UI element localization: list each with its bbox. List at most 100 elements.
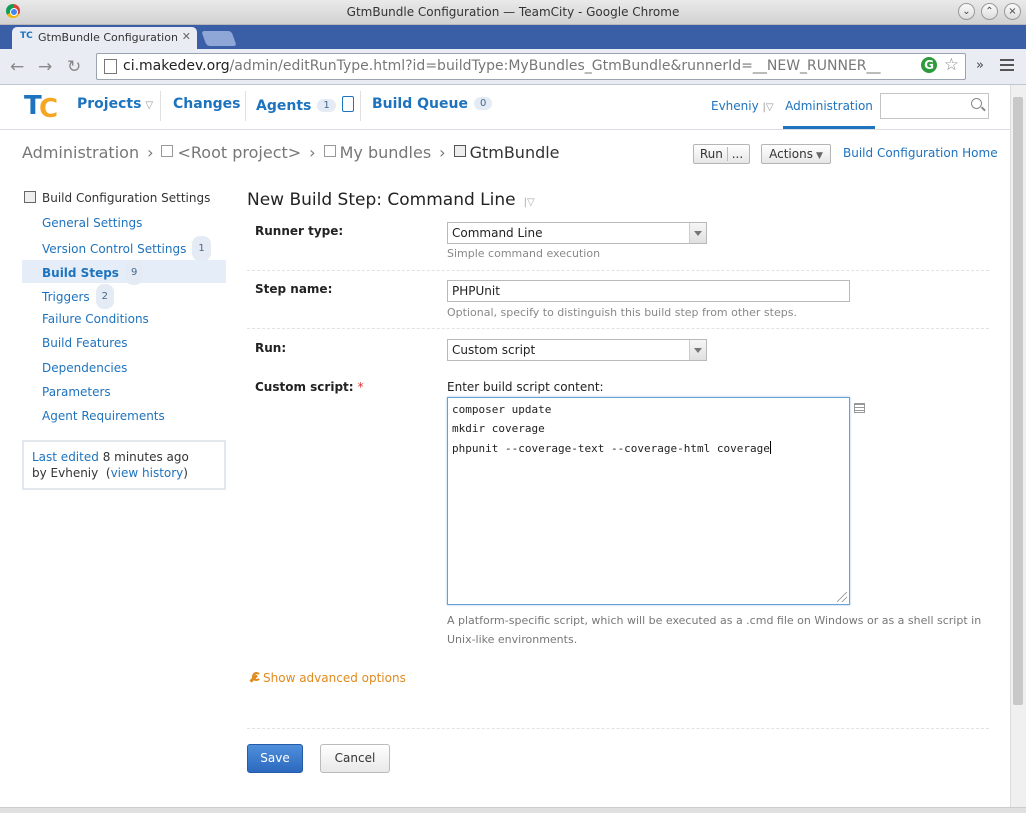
bookmark-star-icon[interactable]: ☆ bbox=[944, 55, 959, 75]
expand-editor-icon[interactable] bbox=[854, 403, 865, 413]
sidebar-title: Build Configuration Settings bbox=[24, 191, 210, 205]
address-bar[interactable]: ci.makedev.org/admin/editRunType.html?id… bbox=[96, 53, 966, 80]
status-bar bbox=[0, 807, 1026, 813]
run-button[interactable]: Run ... bbox=[693, 144, 750, 164]
run-select[interactable]: Custom script bbox=[447, 339, 707, 361]
nav-projects[interactable]: Projects ▽ bbox=[77, 96, 153, 112]
user-menu[interactable]: Evheniy |▽ bbox=[711, 99, 774, 113]
maximize-icon[interactable]: ⌃ bbox=[981, 3, 998, 20]
window-title: GtmBundle Configuration — TeamCity - Goo… bbox=[346, 5, 680, 19]
last-edited-by: by Evheniy bbox=[32, 466, 99, 480]
build-steps-count-badge: 9 bbox=[124, 260, 144, 285]
search-input[interactable] bbox=[880, 93, 989, 119]
cancel-button[interactable]: Cancel bbox=[320, 744, 390, 773]
browser-toolbar: ← → ↻ ci.makedev.org/admin/editRunType.h… bbox=[0, 49, 1026, 85]
step-name-input[interactable]: PHPUnit bbox=[447, 280, 850, 302]
project-icon bbox=[161, 145, 174, 157]
build-config-icon bbox=[453, 145, 466, 157]
script-line: mkdir coverage bbox=[452, 422, 545, 435]
nav-build-queue[interactable]: Build Queue 0 bbox=[372, 96, 493, 112]
tab-strip: TC GtmBundle Configuration ✕ bbox=[0, 25, 1026, 49]
minimize-icon[interactable]: ⌄ bbox=[958, 3, 975, 20]
nav-agents[interactable]: Agents 1 bbox=[256, 96, 354, 114]
save-button[interactable]: Save bbox=[247, 744, 303, 773]
more-extensions-icon[interactable]: » bbox=[976, 58, 984, 73]
browser-tab-title: GtmBundle Configuration bbox=[38, 31, 178, 44]
sidebar-item-general-settings[interactable]: General Settings bbox=[22, 212, 226, 235]
step-name-hint: Optional, specify to distinguish this bu… bbox=[447, 306, 797, 319]
browser-window: GtmBundle Configuration — TeamCity - Goo… bbox=[0, 0, 1026, 813]
new-tab-button[interactable] bbox=[201, 31, 237, 46]
teamcity-logo[interactable]: T C bbox=[24, 91, 60, 124]
custom-script-textarea[interactable]: composer update mkdir coverage phpunit -… bbox=[447, 397, 850, 605]
browser-tab[interactable]: TC GtmBundle Configuration ✕ bbox=[12, 27, 197, 49]
nav-separator bbox=[360, 91, 361, 121]
page-title: New Build Step: Command Line |▽ bbox=[247, 190, 535, 210]
forward-icon[interactable]: → bbox=[38, 57, 52, 77]
nav-administration[interactable]: Administration bbox=[783, 85, 875, 129]
required-mark: * bbox=[357, 380, 364, 394]
sidebar-item-parameters[interactable]: Parameters bbox=[22, 381, 226, 404]
triggers-count-badge: 2 bbox=[95, 284, 115, 309]
sidebar-item-triggers[interactable]: Triggers 2 bbox=[22, 284, 226, 309]
breadcrumb-my-bundles[interactable]: My bundles bbox=[340, 143, 432, 162]
step-name-label: Step name: bbox=[255, 282, 333, 296]
nav-changes[interactable]: Changes bbox=[173, 96, 241, 112]
chevron-down-icon[interactable]: ▽ bbox=[145, 100, 153, 111]
run-label: Run: bbox=[255, 341, 287, 355]
close-tab-icon[interactable]: ✕ bbox=[182, 30, 191, 43]
custom-script-intro: Enter build script content: bbox=[447, 380, 604, 394]
custom-script-description: A platform-specific script, which will b… bbox=[447, 614, 982, 646]
sidebar-item-failure-conditions[interactable]: Failure Conditions bbox=[22, 308, 226, 331]
custom-script-label: Custom script: * bbox=[255, 380, 364, 394]
reload-icon[interactable]: ↻ bbox=[67, 57, 81, 77]
runner-type-hint: Simple command execution bbox=[447, 247, 601, 260]
resize-handle[interactable] bbox=[837, 592, 847, 602]
sidebar-item-build-features[interactable]: Build Features bbox=[22, 332, 226, 355]
show-advanced-options-link[interactable]: Show advanced options bbox=[247, 671, 406, 685]
actions-button[interactable]: Actions ▼ bbox=[761, 144, 831, 164]
project-icon bbox=[323, 145, 336, 157]
form-divider bbox=[247, 328, 989, 330]
search-icon[interactable] bbox=[971, 98, 982, 109]
runner-type-label: Runner type: bbox=[255, 224, 344, 238]
agent-icon bbox=[341, 96, 354, 112]
agents-count-badge: 1 bbox=[317, 99, 336, 112]
sidebar-item-version-control-settings[interactable]: Version Control Settings 1 bbox=[22, 236, 226, 261]
sidebar-item-dependencies[interactable]: Dependencies bbox=[22, 357, 226, 380]
close-window-icon[interactable]: × bbox=[1004, 3, 1021, 20]
page-content: T C Projects ▽ Changes Agents 1 Build Queu… bbox=[0, 85, 1010, 807]
build-configuration-home-link[interactable]: Build Configuration Home bbox=[843, 146, 998, 160]
scrollbar-thumb[interactable] bbox=[1013, 97, 1023, 705]
breadcrumb-gtmbundle[interactable]: GtmBundle bbox=[470, 143, 560, 162]
vcs-count-badge: 1 bbox=[192, 236, 211, 261]
teamcity-header: T C Projects ▽ Changes Agents 1 Build Queu… bbox=[0, 85, 1010, 130]
chevron-down-icon[interactable]: |▽ bbox=[763, 102, 774, 113]
wrench-icon bbox=[247, 672, 261, 683]
sidebar-item-build-steps[interactable]: Build Steps 9 bbox=[22, 260, 226, 285]
last-edited-link[interactable]: Last edited bbox=[32, 450, 99, 464]
nav-separator bbox=[160, 91, 161, 121]
chrome-menu-icon[interactable] bbox=[1000, 59, 1014, 74]
extension-icon[interactable]: G bbox=[921, 57, 937, 73]
chevron-down-icon[interactable] bbox=[689, 340, 706, 360]
chevron-down-icon[interactable]: |▽ bbox=[524, 197, 535, 208]
breadcrumb-root-project[interactable]: <Root project> bbox=[177, 143, 301, 162]
text-caret bbox=[769, 441, 771, 454]
form-divider bbox=[247, 270, 989, 272]
script-line: composer update bbox=[452, 403, 552, 416]
breadcrumb: Administration › <Root project> › My bundles… bbox=[22, 143, 560, 162]
chevron-down-icon: ▼ bbox=[815, 151, 823, 161]
window-titlebar: GtmBundle Configuration — TeamCity - Goo… bbox=[0, 0, 1026, 25]
chevron-down-icon[interactable] bbox=[689, 223, 706, 243]
run-options-button[interactable]: ... bbox=[726, 147, 744, 161]
back-icon[interactable]: ← bbox=[10, 57, 24, 77]
sidebar-item-agent-requirements[interactable]: Agent Requirements bbox=[22, 405, 226, 428]
view-history-link[interactable]: view history bbox=[111, 466, 184, 480]
build-queue-count-badge: 0 bbox=[473, 97, 493, 110]
breadcrumb-administration[interactable]: Administration bbox=[22, 143, 139, 162]
vertical-scrollbar[interactable] bbox=[1010, 85, 1026, 807]
settings-square-icon bbox=[24, 191, 36, 203]
last-edited-box: Last edited 8 minutes ago by Evheniy (vi… bbox=[22, 440, 226, 490]
runner-type-select[interactable]: Command Line bbox=[447, 222, 707, 244]
